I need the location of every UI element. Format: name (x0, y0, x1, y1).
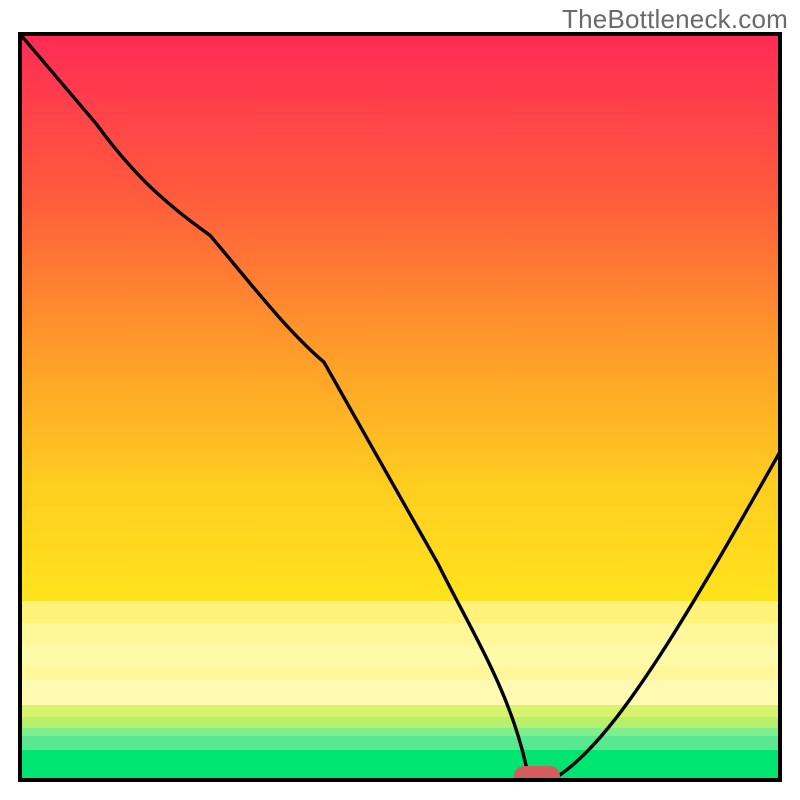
band-green (20, 750, 780, 780)
optimal-marker (514, 766, 560, 786)
plot-area (20, 34, 780, 786)
watermark-text: TheBottleneck.com (562, 4, 788, 35)
band-yellow-green-stripe (20, 717, 780, 728)
bottleneck-chart (0, 0, 800, 800)
band-hot-gradient (20, 34, 780, 601)
band-pale-yellow-stripe-3 (20, 680, 780, 705)
band-pale-yellow-stripe-1 (20, 601, 780, 623)
band-light-green-stripe (20, 728, 780, 736)
chart-container: TheBottleneck.com (0, 0, 800, 800)
